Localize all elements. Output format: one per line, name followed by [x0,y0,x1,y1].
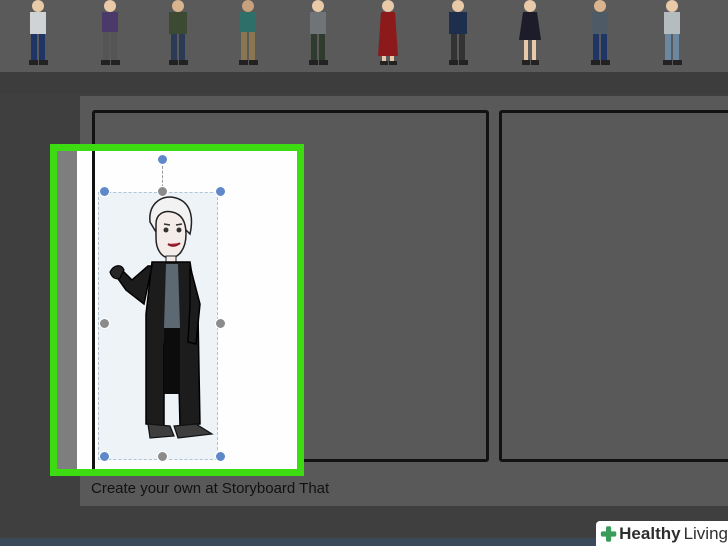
selected-character[interactable] [108,194,218,454]
cell-border-line [92,151,95,469]
storyboard-cell-2[interactable] [499,110,728,462]
toolbar-separator [0,72,728,94]
palette-character-2[interactable] [90,0,130,70]
palette-character-8[interactable] [510,0,550,70]
palette-character-9[interactable] [580,0,620,70]
palette-character-6[interactable] [368,0,408,70]
rotate-handle[interactable] [157,154,168,165]
bottom-bar [0,538,596,546]
character-palette [0,0,728,72]
palette-character-1[interactable] [18,0,58,70]
watermark-suffix: Living [683,523,728,543]
palette-character-3[interactable] [158,0,198,70]
palette-character-5[interactable] [298,0,338,70]
cell-edge [57,151,77,469]
plus-cross-icon [600,525,617,542]
storyboard-footer: Create your own at Storyboard That [91,480,330,497]
palette-character-4[interactable] [228,0,268,70]
watermark: Healthy Living [596,521,728,546]
palette-character-10[interactable] [652,0,692,70]
palette-character-7[interactable] [438,0,478,70]
watermark-brand: Healthy [619,523,681,543]
